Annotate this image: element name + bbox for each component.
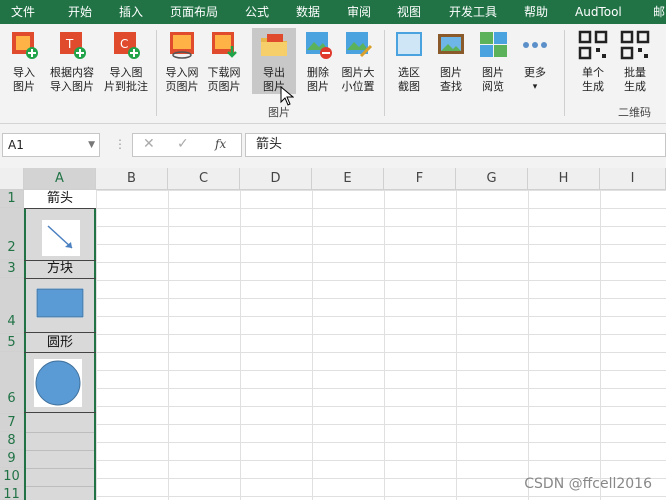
formula-bar: A1 ▼ ⋮ ✕ ✓ fx 箭头: [0, 124, 666, 168]
import-to-comment-icon: C: [111, 30, 141, 60]
download-web-image-button[interactable]: 下载网 页图片: [202, 30, 246, 94]
col-header-f[interactable]: F: [384, 168, 456, 190]
cell-border: [26, 486, 94, 487]
cell-border: [26, 450, 94, 451]
tab-home[interactable]: 开始: [68, 0, 92, 24]
cell-border: [24, 412, 96, 413]
selection-screenshot-button[interactable]: 选区 截图: [387, 30, 431, 94]
row-header-6[interactable]: 6: [0, 352, 24, 414]
row-header-1[interactable]: 1: [0, 190, 24, 208]
ribbon: 导入 图片 T 根据内容 导入图片 C 导入图 片到批注 导入网 页图片 下载网 页图片 …: [0, 24, 666, 124]
row-header-4[interactable]: 4: [0, 278, 24, 334]
formula-buttons: ✕ ✓ fx: [132, 133, 242, 157]
col-header-g[interactable]: G: [456, 168, 528, 190]
tab-insert[interactable]: 插入: [119, 0, 143, 24]
cell-grid[interactable]: [24, 190, 666, 500]
image-find-icon: [436, 30, 466, 60]
svg-text:T: T: [65, 37, 74, 51]
image-browse-icon: [478, 30, 508, 60]
import-web-image-button[interactable]: 导入网 页图片: [160, 30, 204, 94]
tab-page-layout[interactable]: 页面布局: [170, 0, 218, 24]
row-header-7[interactable]: 7: [0, 414, 24, 432]
row-header-3[interactable]: 3: [0, 260, 24, 278]
import-by-content-icon: T: [57, 30, 87, 60]
tab-developer[interactable]: 开发工具: [449, 0, 497, 24]
confirm-icon[interactable]: ✓: [177, 136, 189, 152]
col-header-d[interactable]: D: [240, 168, 312, 190]
mouse-cursor-icon: [280, 86, 294, 106]
download-image-icon: [209, 30, 239, 60]
tab-data[interactable]: 数据: [296, 0, 320, 24]
cell-a5[interactable]: 圆形: [24, 334, 96, 352]
group-label-qrcode: 二维码: [618, 106, 651, 119]
more-button[interactable]: 更多 ▾: [513, 30, 557, 94]
delete-image-icon: [303, 30, 333, 60]
col-header-a[interactable]: A: [24, 168, 96, 190]
col-header-b[interactable]: B: [96, 168, 168, 190]
tab-formulas[interactable]: 公式: [245, 0, 269, 24]
menu-bar: 文件 开始 插入 页面布局 公式 数据 审阅 视图 开发工具 帮助 AudToo…: [0, 0, 666, 24]
tab-help[interactable]: 帮助: [524, 0, 548, 24]
worksheet: A B C D E F G H I 1 2 3 4 5 6 7 8 9 10 1…: [0, 168, 666, 502]
tab-file[interactable]: 文件: [11, 0, 35, 24]
export-image-button[interactable]: 导出 图片: [252, 28, 296, 94]
arrow-picture[interactable]: [42, 220, 80, 256]
cell-a1[interactable]: 箭头: [24, 190, 96, 208]
tab-review[interactable]: 审阅: [347, 0, 371, 24]
cell-border: [24, 208, 96, 209]
circle-picture[interactable]: [34, 359, 82, 407]
chevron-down-icon: ▼: [88, 140, 95, 150]
separator: [156, 30, 157, 116]
col-header-h[interactable]: H: [528, 168, 600, 190]
import-image-button[interactable]: 导入 图片: [2, 30, 46, 94]
folder-icon: [259, 30, 289, 60]
row-header-10[interactable]: 10: [0, 468, 24, 486]
web-image-icon: [167, 30, 197, 60]
qr-batch-button[interactable]: 批量 生成: [613, 30, 657, 94]
group-label-images: 图片: [268, 106, 290, 119]
qr-code-icon: [578, 30, 608, 60]
col-header-e[interactable]: E: [312, 168, 384, 190]
separator: [384, 30, 385, 116]
more-options-icon: ⋮: [114, 137, 126, 151]
cancel-icon[interactable]: ✕: [143, 136, 155, 152]
name-box[interactable]: A1 ▼: [2, 133, 100, 157]
svg-text:C: C: [120, 37, 128, 51]
col-header-i[interactable]: I: [600, 168, 666, 190]
qr-single-button[interactable]: 单个 生成: [571, 30, 615, 94]
tab-audtool[interactable]: AudTool: [575, 0, 622, 24]
col-header-c[interactable]: C: [168, 168, 240, 190]
resize-image-icon: [343, 30, 373, 60]
cell-a3[interactable]: 方块: [24, 260, 96, 278]
import-by-content-button[interactable]: T 根据内容 导入图片: [46, 30, 98, 94]
more-dots-icon: [520, 30, 550, 60]
image-find-button[interactable]: 图片 查找: [429, 30, 473, 94]
tab-view[interactable]: 视图: [397, 0, 421, 24]
watermark: CSDN @ffcell2016: [524, 476, 652, 492]
import-to-comment-button[interactable]: C 导入图 片到批注: [102, 30, 150, 94]
image-browse-button[interactable]: 图片 阅览: [471, 30, 515, 94]
cell-border: [26, 468, 94, 469]
row-header-9[interactable]: 9: [0, 450, 24, 468]
square-picture[interactable]: [36, 288, 84, 318]
cell-border: [24, 332, 96, 333]
row-header-11[interactable]: 11: [0, 486, 24, 502]
row-header-5[interactable]: 5: [0, 334, 24, 352]
cell-border: [24, 278, 96, 279]
cell-border: [26, 432, 94, 433]
fx-icon[interactable]: fx: [215, 137, 226, 151]
separator: [564, 30, 565, 116]
cell-border: [24, 352, 96, 353]
delete-image-button[interactable]: 删除 图片: [296, 30, 340, 94]
row-header-8[interactable]: 8: [0, 432, 24, 450]
screenshot-icon: [394, 30, 424, 60]
qr-code-icon: [620, 30, 650, 60]
tab-mail[interactable]: 邮: [653, 0, 665, 24]
formula-input[interactable]: 箭头: [245, 133, 666, 157]
row-header-2[interactable]: 2: [0, 208, 24, 260]
import-image-icon: [9, 30, 39, 60]
select-all-corner[interactable]: [0, 168, 24, 190]
image-size-position-button[interactable]: 图片大 小位置: [336, 30, 380, 94]
